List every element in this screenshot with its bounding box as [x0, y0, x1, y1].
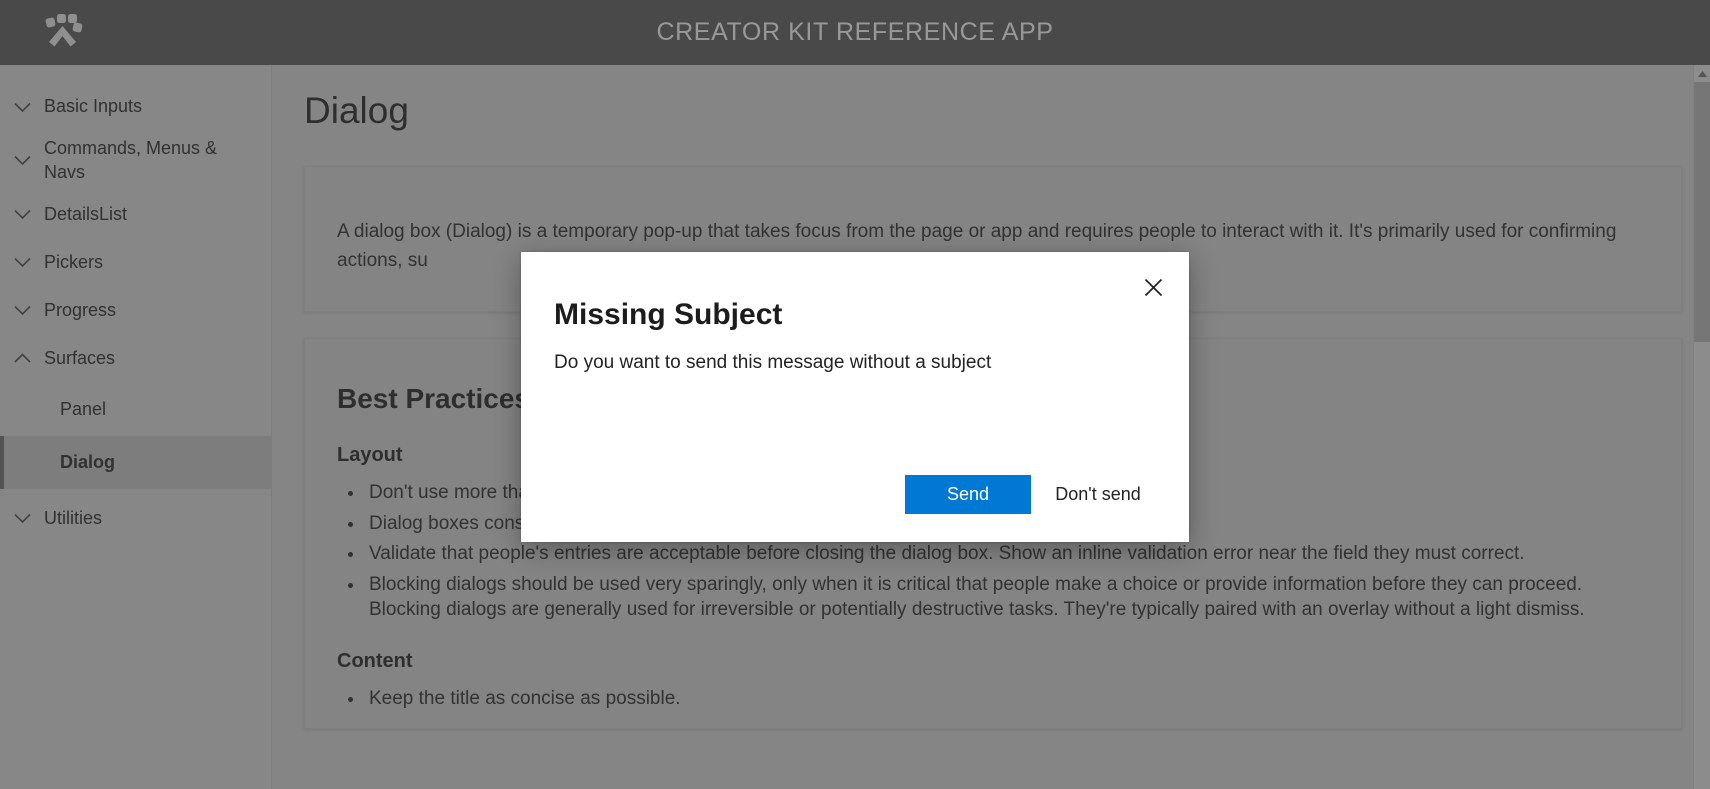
- list-item: Keep the title as concise as possible.: [365, 687, 1649, 712]
- send-button[interactable]: Send: [905, 475, 1031, 514]
- scrollbar-track[interactable]: [1694, 342, 1710, 789]
- dialog-header: Missing Subject: [521, 252, 1189, 332]
- sidebar-item-label: Utilities: [44, 507, 103, 528]
- sidebar-item-pickers[interactable]: Pickers: [0, 239, 271, 287]
- sidebar-item-label: Commands, Menus & Navs: [44, 138, 218, 182]
- page-scrollbar[interactable]: [1693, 65, 1710, 789]
- dialog-message: Do you want to send this message without…: [554, 352, 992, 374]
- sidebar-item-surfaces[interactable]: Surfaces: [0, 335, 271, 383]
- list-item: Validate that people's entries are accep…: [365, 542, 1649, 567]
- sidebar-item-label: Surfaces: [44, 347, 116, 368]
- sidebar-item-commands-menus-navs[interactable]: Commands, Menus & Navs: [0, 131, 271, 191]
- sidebar-item-label: Dialog: [60, 451, 116, 472]
- list-item: Blocking dialogs should be used very spa…: [365, 573, 1649, 622]
- chevron-down-icon: [0, 305, 44, 316]
- sidebar-item-basic-inputs[interactable]: Basic Inputs: [0, 83, 271, 131]
- sidebar-item-detailslist[interactable]: DetailsList: [0, 191, 271, 239]
- close-x-icon[interactable]: [1131, 266, 1175, 308]
- scroll-up-arrow-icon[interactable]: [1694, 65, 1710, 82]
- sidebar-item-progress[interactable]: Progress: [0, 287, 271, 335]
- sidebar-item-label: Basic Inputs: [44, 96, 143, 117]
- app-title: CREATOR KIT REFERENCE APP: [656, 18, 1054, 46]
- page-title: Dialog: [304, 90, 409, 131]
- sidebar-item-dialog[interactable]: Dialog: [0, 435, 271, 489]
- chevron-down-icon: [0, 257, 44, 268]
- sidebar-item-label: Pickers: [44, 251, 104, 272]
- scrollbar-thumb[interactable]: [1694, 82, 1710, 342]
- dialog-footer: Send Don't send: [521, 475, 1189, 542]
- chevron-down-icon: [0, 209, 44, 220]
- sidebar-item-panel[interactable]: Panel: [0, 383, 271, 436]
- app-root: CREATOR KIT REFERENCE APP Basic Inputs C…: [0, 0, 1710, 789]
- chevron-up-icon: [0, 353, 44, 364]
- content-bullet-list: Keep the title as concise as possible.: [337, 687, 1649, 712]
- missing-subject-dialog: Missing Subject Do you want to send this…: [521, 252, 1189, 542]
- chevron-down-icon: [0, 102, 44, 113]
- dont-send-button[interactable]: Don't send: [1035, 475, 1161, 514]
- sidebar-item-utilities[interactable]: Utilities: [0, 495, 271, 543]
- content-subtitle: Content: [337, 650, 413, 673]
- dialog-title: Missing Subject: [554, 298, 783, 331]
- app-header: CREATOR KIT REFERENCE APP: [0, 0, 1710, 65]
- sidebar-nav: Basic Inputs Commands, Menus & Navs Deta…: [0, 65, 272, 789]
- paw-print-logo-icon[interactable]: [42, 12, 84, 52]
- chevron-down-icon: [0, 513, 44, 524]
- chevron-down-icon: [0, 155, 44, 166]
- sidebar-item-label: Progress: [44, 299, 117, 320]
- sidebar-item-label: Panel: [60, 398, 107, 419]
- dialog-body: Do you want to send this message without…: [521, 332, 1189, 401]
- sidebar-item-label: DetailsList: [44, 203, 128, 224]
